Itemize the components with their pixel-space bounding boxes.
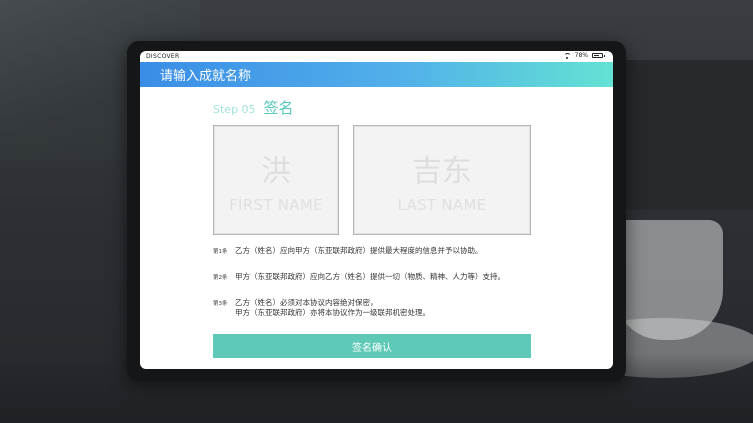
clause-number: 第2条 (213, 275, 228, 281)
last-name-signature-box[interactable]: 吉东 LAST NAME (353, 125, 531, 235)
tablet-device: DISCOVER 78% 请输入成就名称 Step 05 签名 洪 FIRST … (127, 41, 626, 381)
clause-item: 第2条 甲方（东亚联邦政府）应向乙方（姓名）提供一切（物质、精神、人力等）支持。 (213, 272, 553, 283)
step-title: 签名 (263, 99, 294, 117)
battery-percent: 78% (574, 52, 588, 59)
battery-fill (594, 55, 599, 56)
clause-line: 甲方（东亚联邦政府）应向乙方（姓名）提供一切（物质、精神、人力等）支持。 (235, 272, 505, 281)
page-title: 请输入成就名称 (160, 69, 252, 84)
clause-line: 乙方（姓名）必须对本协议内容绝对保密， (235, 298, 378, 307)
clause-item: 第3条 乙方（姓名）必须对本协议内容绝对保密， 甲方（东亚联邦政府）亦将本协议作… (213, 298, 553, 318)
first-name-char: 洪 (261, 154, 291, 189)
step-label: Step 05 (213, 103, 256, 116)
battery-icon (592, 53, 605, 58)
first-name-hint: FIRST NAME (229, 196, 323, 214)
clause-text: 乙方（姓名）应向甲方（东亚联邦政府）提供最大程度的信息并予以协助。 (235, 246, 483, 257)
agreement-clauses: 第1条 乙方（姓名）应向甲方（东亚联邦政府）提供最大程度的信息并予以协助。 第2… (213, 246, 553, 333)
last-name-char: 吉东 (412, 154, 472, 189)
step-heading: Step 05 签名 (213, 97, 294, 118)
clause-line: 乙方（姓名）应向甲方（东亚联邦政府）提供最大程度的信息并予以协助。 (235, 246, 483, 255)
status-app-name: DISCOVER (146, 53, 180, 60)
clause-number: 第1条 (213, 249, 228, 255)
first-name-signature-box[interactable]: 洪 FIRST NAME (213, 125, 339, 235)
background-coffee-cup (613, 220, 723, 340)
clause-text: 甲方（东亚联邦政府）应向乙方（姓名）提供一切（物质、精神、人力等）支持。 (235, 272, 505, 283)
status-indicators: 78% (563, 52, 605, 59)
tablet-screen: DISCOVER 78% 请输入成就名称 Step 05 签名 洪 FIRST … (140, 51, 613, 369)
confirm-signature-button[interactable]: 签名确认 (213, 334, 531, 358)
clause-text: 乙方（姓名）必须对本协议内容绝对保密， 甲方（东亚联邦政府）亦将本协议作为一级联… (235, 298, 430, 318)
wifi-icon (563, 52, 571, 59)
clause-number: 第3条 (213, 301, 228, 307)
header-bar: 请输入成就名称 (140, 62, 613, 87)
status-bar: DISCOVER 78% (140, 51, 613, 62)
clause-item: 第1条 乙方（姓名）应向甲方（东亚联邦政府）提供最大程度的信息并予以协助。 (213, 246, 553, 257)
clause-line: 甲方（东亚联邦政府）亦将本协议作为一级联邦机密处理。 (235, 308, 430, 317)
last-name-hint: LAST NAME (397, 196, 487, 214)
